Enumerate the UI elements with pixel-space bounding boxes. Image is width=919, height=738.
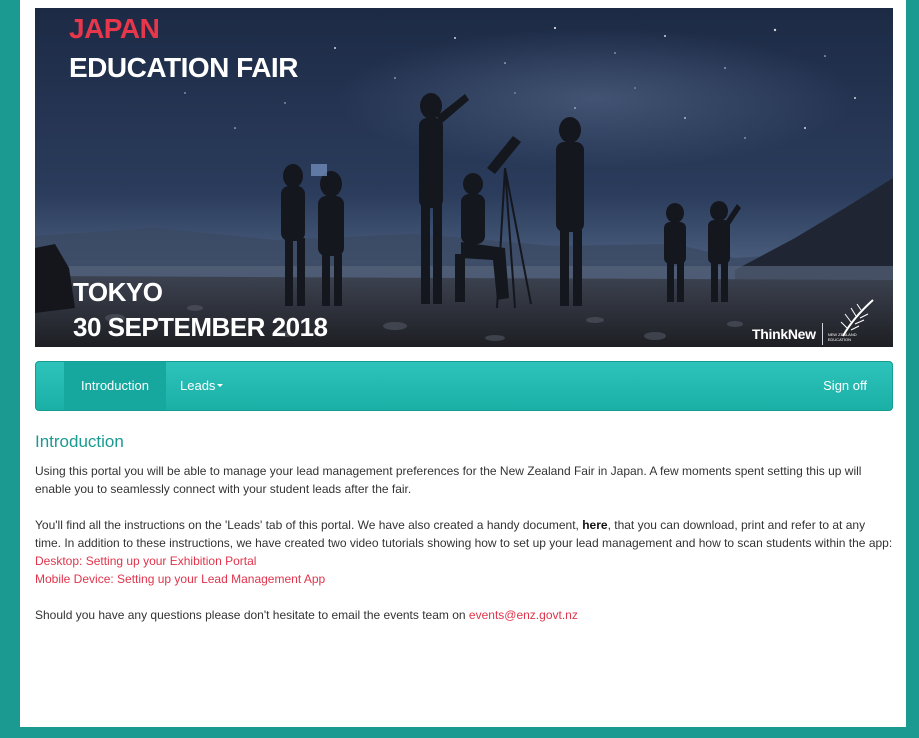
nav-introduction-label: Introduction: [81, 378, 149, 393]
caret-down-icon: [217, 384, 224, 388]
contact-text: Should you have any questions please don…: [35, 608, 469, 622]
think-new-logo: Think New NEW ZEALAND EDUCATION: [752, 323, 858, 345]
events-email-link[interactable]: events@enz.govt.nz: [469, 608, 578, 622]
document-here-link[interactable]: here: [582, 518, 607, 532]
mobile-tutorial-link[interactable]: Mobile Device: Setting up your Lead Mana…: [35, 572, 325, 586]
page-container: JAPAN EDUCATION FAIR TOKYO 30 SEPTEMBER …: [20, 0, 906, 727]
nav-sign-off[interactable]: Sign off: [823, 362, 867, 410]
logo-think: Think: [752, 326, 788, 342]
banner-event-name: EDUCATION FAIR: [69, 52, 298, 83]
page-title: Introduction: [35, 432, 124, 451]
nav-leads-dropdown[interactable]: Leads: [180, 362, 224, 410]
nav-sign-off-label: Sign off: [823, 378, 867, 393]
banner-country: JAPAN: [69, 13, 160, 44]
banner-date: 30 SEPTEMBER 2018: [73, 312, 328, 342]
instructions-text-a: You'll find all the instructions on the …: [35, 518, 583, 532]
nav-introduction[interactable]: Introduction: [64, 362, 166, 410]
intro-paragraph: Using this portal you will be able to ma…: [35, 464, 862, 496]
main-navbar: Introduction Leads Sign off: [35, 361, 893, 411]
logo-nz-education: NEW ZEALAND EDUCATION: [827, 332, 857, 342]
nav-leads-label: Leads: [180, 378, 216, 393]
desktop-tutorial-link[interactable]: Desktop: Setting up your Exhibition Port…: [35, 554, 256, 568]
event-banner: JAPAN EDUCATION FAIR TOKYO 30 SEPTEMBER …: [35, 8, 893, 347]
contact-paragraph: Should you have any questions please don…: [35, 606, 893, 624]
intro-content: Introduction Using this portal you will …: [35, 430, 893, 642]
banner-city: TOKYO: [73, 277, 163, 307]
instructions-paragraph: You'll find all the instructions on the …: [35, 516, 893, 588]
page-bottom-strip: [0, 727, 919, 738]
logo-new: New: [787, 326, 816, 342]
logo-divider: [821, 323, 823, 345]
